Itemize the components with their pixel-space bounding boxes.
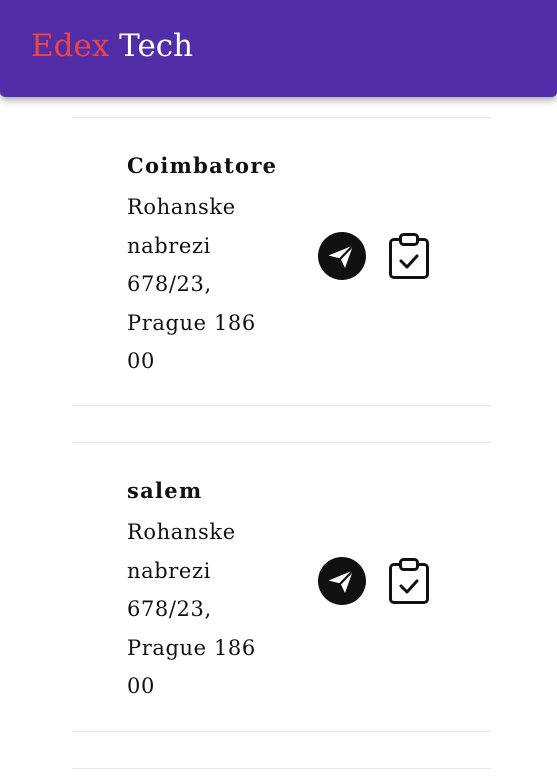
divider (72, 768, 491, 769)
address-line: nabrezi (127, 233, 211, 258)
address-line: Rohanske (127, 195, 236, 219)
brand-logo[interactable]: Edex Tech (31, 27, 193, 65)
location-info: Coimbatore Rohanske nabrezi 678/23, Prag… (127, 152, 277, 381)
location-info: salem Rohanske nabrezi 678/23, Prague 18… (127, 477, 277, 706)
location-card: salem Rohanske nabrezi 678/23, Prague 18… (72, 443, 491, 731)
clipboard-check-icon[interactable] (386, 558, 432, 606)
address-line: Rohanske (127, 520, 236, 544)
brand-name-part1: Edex (31, 28, 110, 64)
divider (72, 405, 491, 406)
address-line: 00 (127, 349, 155, 374)
clipboard-check-icon[interactable] (386, 233, 432, 281)
location-name: Coimbatore (127, 153, 278, 178)
address-line: Prague 186 (127, 635, 256, 660)
address-line: nabrezi (127, 558, 211, 583)
app-header: Edex Tech (0, 0, 557, 97)
address-line: 678/23, (127, 597, 212, 622)
address-line: 678/23, (127, 272, 212, 297)
address-line: 00 (127, 674, 155, 699)
send-icon[interactable] (318, 557, 366, 605)
divider (72, 731, 491, 732)
location-name: salem (127, 478, 203, 503)
location-card: Coimbatore Rohanske nabrezi 678/23, Prag… (72, 118, 491, 406)
brand-name-part2: Tech (119, 28, 194, 64)
address-line: Prague 186 (127, 310, 256, 335)
send-icon[interactable] (318, 232, 366, 280)
